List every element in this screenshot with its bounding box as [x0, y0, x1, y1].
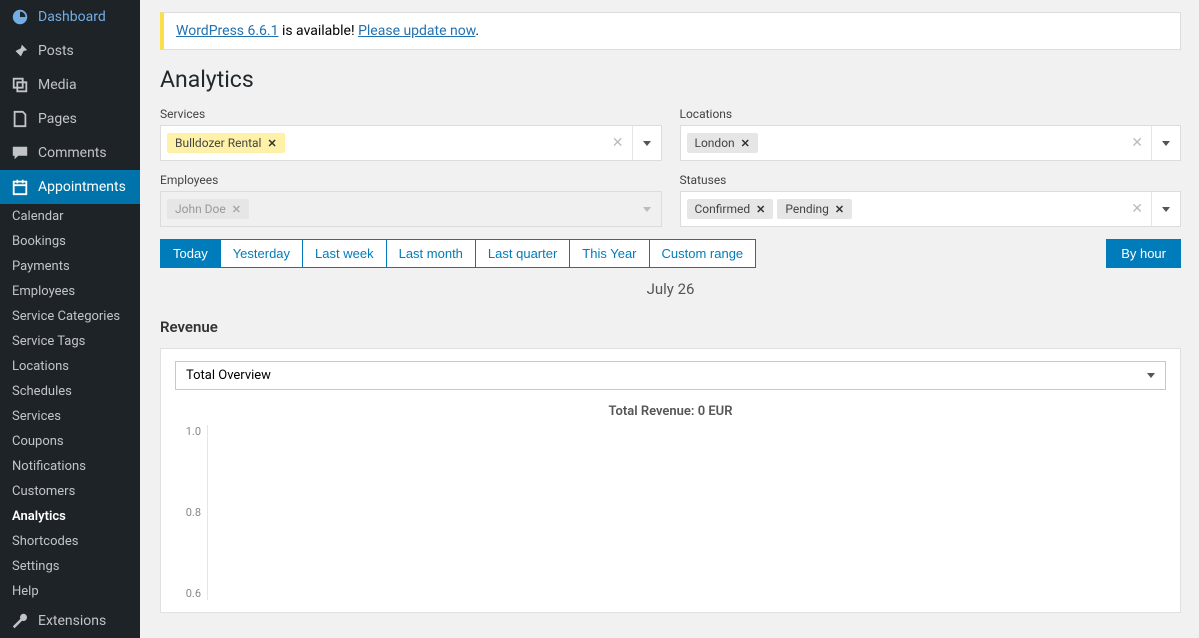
nav-dashboard[interactable]: Dashboard: [0, 0, 140, 34]
sub-calendar[interactable]: Calendar: [0, 204, 140, 229]
sub-customers[interactable]: Customers: [0, 479, 140, 504]
nav-posts[interactable]: Posts: [0, 34, 140, 68]
clear-icon[interactable]: ✕: [1123, 135, 1151, 151]
range-last-month[interactable]: Last month: [386, 239, 476, 268]
sub-service-tags[interactable]: Service Tags: [0, 329, 140, 354]
chip-remove-icon[interactable]: ✕: [756, 203, 765, 216]
chip-remove-icon[interactable]: ✕: [267, 137, 276, 150]
clear-icon[interactable]: ✕: [604, 135, 632, 151]
sub-employees[interactable]: Employees: [0, 279, 140, 304]
nav-pages[interactable]: Pages: [0, 102, 140, 136]
overview-select[interactable]: Total Overview: [175, 361, 1166, 390]
chart-area: 1.0 0.8 0.6: [175, 425, 1166, 600]
clear-icon[interactable]: ✕: [1123, 201, 1151, 217]
nav-label: Media: [38, 77, 77, 93]
range-custom[interactable]: Custom range: [649, 239, 757, 268]
chart-title: Total Revenue: 0 EUR: [175, 404, 1166, 419]
update-notice: WordPress 6.6.1 is available! Please upd…: [160, 12, 1181, 50]
notice-text: is available!: [278, 23, 358, 39]
statuses-select[interactable]: Confirmed✕ Pending✕ ✕: [680, 191, 1182, 227]
range-today[interactable]: Today: [160, 239, 221, 268]
chevron-down-icon[interactable]: [632, 126, 661, 160]
statuses-label: Statuses: [680, 173, 1182, 187]
y-tick: 1.0: [186, 425, 201, 438]
nav-label: Pages: [38, 111, 77, 127]
calendar-icon: [10, 177, 30, 197]
revenue-title: Revenue: [160, 318, 1181, 336]
chevron-down-icon[interactable]: [1151, 126, 1180, 160]
by-hour-button[interactable]: By hour: [1106, 239, 1181, 268]
sub-schedules[interactable]: Schedules: [0, 379, 140, 404]
locations-select[interactable]: London✕ ✕: [680, 125, 1182, 161]
sub-help[interactable]: Help: [0, 579, 140, 604]
nav-media[interactable]: Media: [0, 68, 140, 102]
y-axis: 1.0 0.8 0.6: [175, 425, 207, 600]
location-chip: London✕: [687, 133, 758, 153]
services-select[interactable]: Bulldozer Rental✕ ✕: [160, 125, 662, 161]
plot-area: [207, 425, 1166, 600]
nav-label: Dashboard: [38, 9, 106, 25]
date-label: July 26: [160, 280, 1181, 298]
chip-remove-icon[interactable]: ✕: [835, 203, 844, 216]
range-yesterday[interactable]: Yesterday: [220, 239, 303, 268]
nav-label: Comments: [38, 145, 107, 161]
wp-version-link[interactable]: WordPress 6.6.1: [176, 23, 278, 39]
nav-label: Appointments: [38, 179, 126, 195]
range-last-quarter[interactable]: Last quarter: [475, 239, 570, 268]
chevron-down-icon[interactable]: [633, 192, 661, 226]
sub-services[interactable]: Services: [0, 404, 140, 429]
dashboard-icon: [10, 7, 30, 27]
sub-service-categories[interactable]: Service Categories: [0, 304, 140, 329]
nav-label: Posts: [38, 43, 74, 59]
range-last-week[interactable]: Last week: [302, 239, 387, 268]
sub-payments[interactable]: Payments: [0, 254, 140, 279]
update-now-link[interactable]: Please update now: [358, 23, 475, 39]
sub-notifications[interactable]: Notifications: [0, 454, 140, 479]
sub-bookings[interactable]: Bookings: [0, 229, 140, 254]
sub-shortcodes[interactable]: Shortcodes: [0, 529, 140, 554]
wrench-icon: [10, 611, 30, 631]
chevron-down-icon: [1147, 373, 1155, 378]
employees-label: Employees: [160, 173, 662, 187]
page-icon: [10, 109, 30, 129]
nav-label: Extensions: [38, 613, 106, 629]
chart-card: Total Overview Total Revenue: 0 EUR 1.0 …: [160, 348, 1181, 613]
overview-value: Total Overview: [186, 368, 271, 383]
sub-coupons[interactable]: Coupons: [0, 429, 140, 454]
y-tick: 0.8: [186, 506, 201, 519]
status-chip: Confirmed✕: [687, 199, 774, 219]
page-title: Analytics: [160, 66, 1181, 93]
chip-remove-icon[interactable]: ✕: [232, 203, 241, 216]
employee-chip: John Doe✕: [167, 199, 249, 219]
sub-settings[interactable]: Settings: [0, 554, 140, 579]
pin-icon: [10, 41, 30, 61]
nav-comments[interactable]: Comments: [0, 136, 140, 170]
service-chip: Bulldozer Rental✕: [167, 133, 285, 153]
nav-appointments[interactable]: Appointments: [0, 170, 140, 204]
range-this-year[interactable]: This Year: [569, 239, 649, 268]
employees-select[interactable]: John Doe✕: [160, 191, 662, 227]
chip-remove-icon[interactable]: ✕: [741, 137, 750, 150]
y-tick: 0.6: [186, 587, 201, 600]
locations-label: Locations: [680, 107, 1182, 121]
media-icon: [10, 75, 30, 95]
services-label: Services: [160, 107, 662, 121]
chevron-down-icon[interactable]: [1151, 192, 1180, 226]
sub-analytics[interactable]: Analytics: [0, 504, 140, 529]
nav-extensions[interactable]: Extensions: [0, 604, 140, 638]
sub-locations[interactable]: Locations: [0, 354, 140, 379]
status-chip: Pending✕: [777, 199, 852, 219]
comment-icon: [10, 143, 30, 163]
